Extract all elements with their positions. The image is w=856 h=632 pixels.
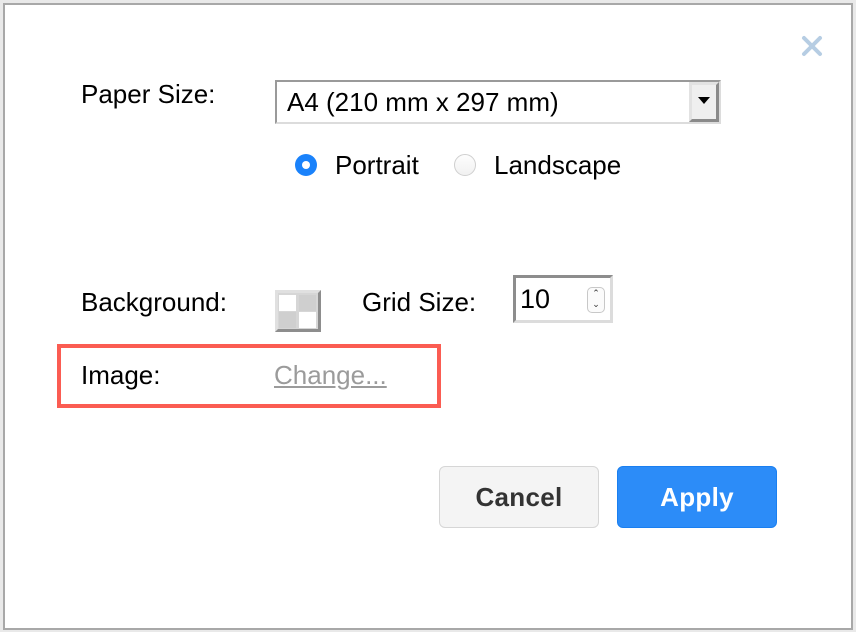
grid-size-stepper[interactable]: ⌃ ⌄ (587, 287, 605, 313)
checker-square (299, 312, 316, 328)
background-color-swatch[interactable] (275, 290, 321, 332)
page-setup-dialog: Paper Size: A4 (210 mm x 297 mm) Portrai… (3, 3, 853, 630)
chevron-down-icon[interactable] (689, 82, 719, 122)
close-icon (802, 36, 822, 56)
checker-square (279, 312, 296, 328)
paper-size-select[interactable]: A4 (210 mm x 297 mm) (275, 80, 721, 124)
radio-landscape[interactable]: Landscape (454, 150, 654, 180)
apply-button[interactable]: Apply (617, 466, 777, 528)
close-button[interactable] (799, 33, 825, 59)
radio-portrait[interactable]: Portrait (295, 150, 455, 180)
checker-square (279, 295, 296, 311)
radio-unchecked-icon[interactable] (454, 154, 476, 176)
image-label: Image: (81, 360, 161, 390)
checker-square (299, 295, 316, 311)
background-label: Background: (81, 287, 227, 317)
stepper-down-icon[interactable]: ⌄ (588, 299, 604, 310)
radio-portrait-label: Portrait (335, 150, 419, 180)
grid-size-label: Grid Size: (362, 287, 477, 317)
grid-size-input[interactable]: 10 ⌃ ⌄ (513, 275, 613, 323)
paper-size-label: Paper Size: (81, 79, 216, 109)
grid-size-value: 10 (520, 284, 551, 314)
cancel-button[interactable]: Cancel (439, 466, 599, 528)
change-image-link[interactable]: Change... (274, 360, 387, 391)
stepper-up-icon[interactable]: ⌃ (588, 288, 604, 299)
radio-landscape-label: Landscape (494, 150, 622, 180)
radio-checked-icon[interactable] (295, 154, 317, 176)
paper-size-value: A4 (210 mm x 297 mm) (287, 87, 559, 117)
